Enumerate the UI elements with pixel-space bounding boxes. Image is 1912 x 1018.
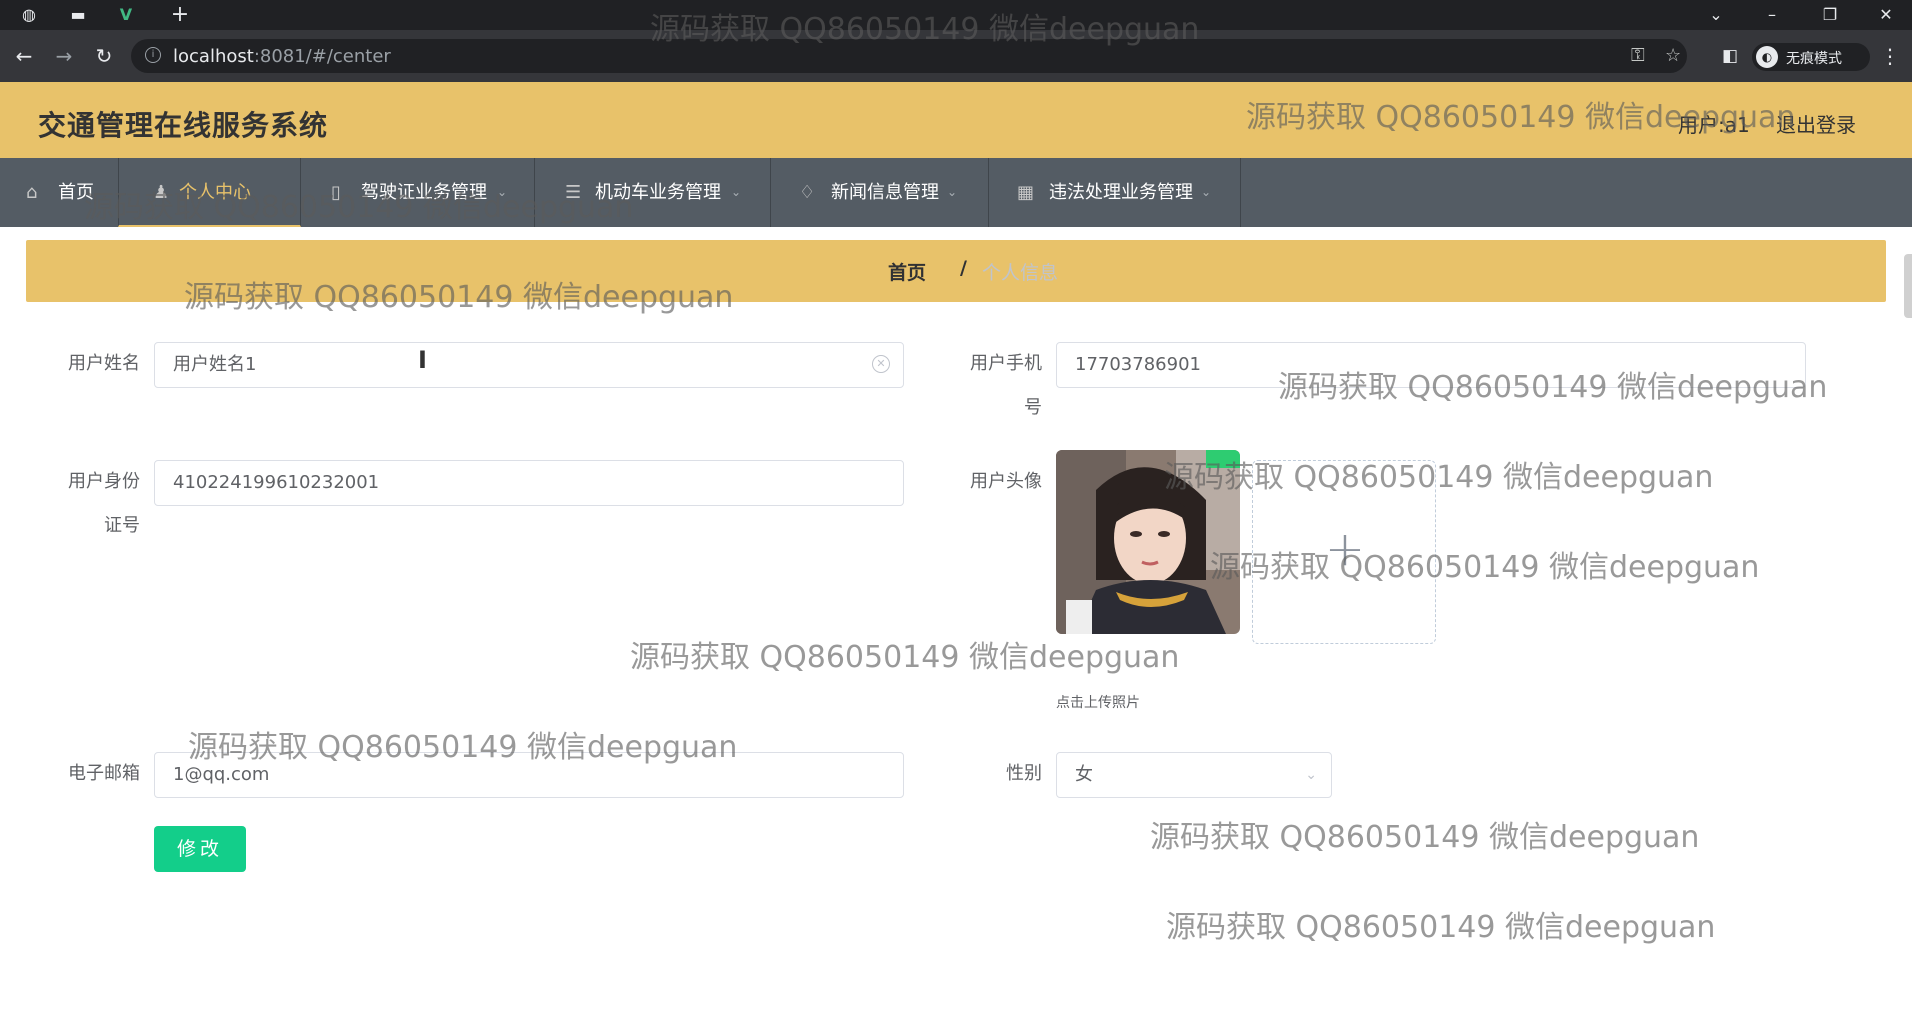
nav-item-vehicle-business[interactable]: ☰ 机动车业务管理 ⌄ [535, 158, 771, 227]
tab-page-icon[interactable]: ▬ [66, 4, 90, 26]
breadcrumb-home[interactable]: 首页 [888, 258, 926, 285]
forward-icon[interactable]: → [50, 42, 78, 70]
incognito-icon: ◐ [1756, 46, 1778, 68]
name-label: 用户姓名 [68, 353, 140, 374]
breadcrumb: 首页 / 个人信息 [26, 240, 1886, 302]
clear-input-icon[interactable]: ✕ [872, 355, 890, 373]
email-label: 电子邮箱 [68, 763, 140, 784]
text-cursor-icon: I [418, 346, 427, 374]
browser-toolbar: ← → ↻ i localhost:8081/#/center ⚿ ☆ ◧ ◐ … [0, 30, 1912, 82]
phone-label: 用户手机 [970, 353, 1042, 374]
reload-icon[interactable]: ↻ [90, 42, 118, 70]
idcard-label-continued: 证号 [104, 515, 140, 536]
url-text[interactable]: localhost:8081/#/center [173, 46, 391, 67]
grid-icon: ▦ [1017, 182, 1035, 203]
nav-item-home[interactable]: ⌂ 首页 [0, 158, 118, 227]
breadcrumb-current: 个人信息 [982, 262, 1059, 284]
chevron-down-icon: ⌄ [947, 185, 958, 199]
gender-select[interactable]: 女 ⌄ [1056, 752, 1332, 798]
current-user-label: 用户:a1 [1678, 113, 1750, 137]
upload-tip: 点击上传照片 [1056, 695, 1140, 711]
avatar-image[interactable] [1056, 450, 1240, 634]
site-info-icon[interactable]: i [145, 47, 161, 63]
vue-tab-icon[interactable]: V [114, 4, 138, 26]
app-title: 交通管理在线服务系统 [38, 109, 329, 142]
nav-item-violation-business[interactable]: ▦ 违法处理业务管理 ⌄ [989, 158, 1241, 227]
tab-search-icon[interactable]: ⌄ [1696, 2, 1736, 28]
close-window-icon[interactable]: ✕ [1866, 2, 1906, 28]
restore-icon[interactable]: ❐ [1810, 2, 1850, 28]
bell-icon: ♢ [799, 182, 816, 203]
chevron-down-icon: ⌄ [731, 185, 742, 199]
app-header: 交通管理在线服务系统 用户:a1 退出登录 [0, 82, 1912, 158]
avatar-photo [1056, 450, 1240, 634]
browser-menu-icon[interactable]: ⋮ [1880, 44, 1900, 68]
chevron-down-icon: ⌄ [1201, 185, 1212, 199]
minimize-icon[interactable]: – [1752, 2, 1792, 28]
submit-button[interactable]: 修改 [154, 826, 246, 872]
list-icon: ☰ [565, 182, 582, 203]
logout-link[interactable]: 退出登录 [1776, 109, 1856, 138]
document-icon: ▯ [331, 182, 341, 203]
nav-item-news-management[interactable]: ♢ 新闻信息管理 ⌄ [771, 158, 989, 227]
gender-label: 性别 [1006, 763, 1042, 784]
gender-value: 女 [1075, 764, 1093, 785]
home-icon: ⌂ [26, 182, 38, 203]
breadcrumb-separator: / [960, 257, 967, 279]
avatar-label: 用户头像 [970, 471, 1042, 492]
bookmark-star-icon[interactable]: ☆ [1665, 45, 1681, 66]
idcard-label: 用户身份 [68, 471, 140, 492]
globe-icon[interactable]: ◍ [18, 4, 40, 26]
chevron-down-icon: ⌄ [1305, 767, 1317, 783]
address-bar[interactable]: i localhost:8081/#/center ⚿ ☆ [131, 39, 1687, 73]
incognito-badge[interactable]: ◐ 无痕模式 [1752, 43, 1870, 71]
user-icon: ♟ [153, 182, 170, 203]
side-panel-icon[interactable]: ◧ [1716, 42, 1744, 70]
phone-label-continued: 号 [1024, 397, 1042, 418]
page-scrollbar[interactable] [1904, 254, 1912, 318]
chevron-down-icon: ⌄ [497, 185, 508, 199]
phone-input[interactable]: 17703786901 [1056, 342, 1806, 388]
nav-item-license-business[interactable]: ▯ 驾驶证业务管理 ⌄ [301, 158, 535, 227]
back-icon[interactable]: ← [10, 42, 38, 70]
nav-item-personal-center[interactable]: ♟ 个人中心 [118, 158, 301, 227]
avatar-upload-box[interactable]: + [1252, 460, 1436, 644]
key-icon[interactable]: ⚿ [1631, 45, 1645, 66]
incognito-label: 无痕模式 [1786, 51, 1842, 67]
idcard-input[interactable]: 410224199610232001 [154, 460, 904, 506]
plus-icon: + [1324, 521, 1366, 577]
email-input[interactable]: 1@qq.com [154, 752, 904, 798]
main-nav: ⌂ 首页 ♟ 个人中心 ▯ 驾驶证业务管理 ⌄ ☰ 机动车业务管理 ⌄ ♢ 新闻… [0, 158, 1912, 227]
name-input[interactable]: 用户姓名1 [154, 342, 904, 388]
new-tab-icon[interactable]: + [168, 4, 192, 26]
browser-tabstrip: ◍ ▬ V + ⌄ – ❐ ✕ [0, 0, 1912, 30]
